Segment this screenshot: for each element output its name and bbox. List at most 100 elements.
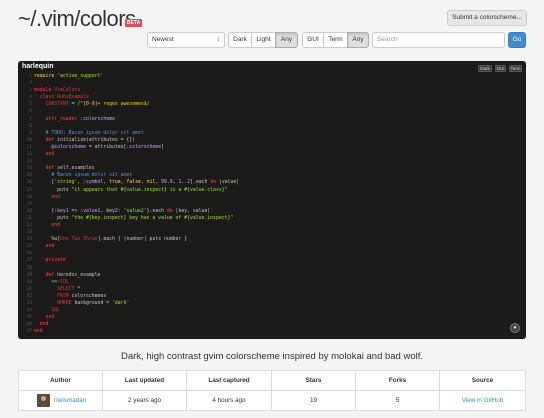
line-number: 10	[26, 137, 32, 143]
code-line: # Bacon ipsum dolor sit amet	[34, 173, 133, 179]
code-line: SQL	[51, 308, 60, 314]
last-updated-cell: 2 years ago	[103, 391, 187, 411]
code-line: end	[51, 194, 60, 200]
line-number: 34	[26, 308, 32, 314]
line-number: 20	[26, 208, 32, 214]
code-line: class RubyExample	[39, 95, 89, 101]
filter-gui-button[interactable]: GUI	[302, 32, 324, 48]
table-header: Last captured	[187, 371, 272, 390]
code-line: {:key1 => :value1, key2: 'value2'}.each …	[34, 208, 211, 214]
table-header: Source	[471, 377, 494, 384]
source-cell: View in GitHub	[440, 391, 525, 411]
code-line: puts "it appears that #{value.inspect} i…	[34, 187, 228, 193]
code-line: SELECT *	[57, 286, 81, 292]
go-button[interactable]: Go	[508, 32, 526, 48]
line-number: 31	[26, 286, 32, 292]
filter-editor-any-button[interactable]: Any	[347, 32, 369, 48]
scheme-description: Dark, high contrast gvim colorscheme ins…	[120, 351, 424, 362]
code-line: # TODO: Bacon ipsum dolor sit amet	[34, 130, 144, 136]
code-block: require 'active_support' module VimColor…	[34, 73, 239, 335]
code-line: module VimColors	[34, 88, 81, 94]
code-line: WHERE background = 'dark'	[57, 301, 130, 306]
line-number: 8	[29, 123, 32, 129]
line-number: 2	[29, 81, 32, 87]
code-line: def initialize(attributes = {})	[45, 137, 136, 143]
code-line: end	[45, 244, 55, 250]
code-line: end	[51, 222, 60, 228]
line-number: 28	[26, 265, 32, 271]
preview-term-button[interactable]: Term	[509, 65, 522, 72]
sort-select[interactable]: Newest ↕	[147, 32, 225, 48]
table-header: Stars	[272, 371, 356, 390]
code-line: attr_reader :colorscheme	[45, 116, 115, 122]
line-number: 12	[26, 152, 32, 158]
code-line: FROM colorschemes	[57, 293, 107, 299]
author-cell: nielsmadan	[19, 391, 103, 411]
code-line: def self.examples	[45, 166, 95, 172]
sort-select-value: Newest	[152, 36, 174, 43]
line-number: 30	[26, 279, 32, 285]
site-logo[interactable]: ~/.vim/colors	[18, 6, 136, 32]
preview-dark-button[interactable]: Dark	[478, 65, 492, 72]
line-number: 13	[26, 159, 32, 165]
filter-dark-button[interactable]: Dark	[228, 32, 252, 48]
line-number: 6	[29, 109, 32, 115]
line-number: 35	[26, 315, 32, 321]
view-in-github-link[interactable]: View in GitHub	[462, 397, 504, 404]
code-line: <<-SQL	[34, 279, 69, 285]
line-number: 21	[26, 215, 32, 221]
last-captured-cell: 4 hours ago	[187, 391, 272, 411]
code-preview-panel: harlequin Dark GUI Term 1 2 3 4 5 6 7 8 9 10 11 12 1…	[18, 61, 526, 339]
code-line: private	[45, 258, 66, 264]
code-line: ['string', :symbol, true, false, nil, 99…	[34, 180, 240, 186]
line-number: 22	[26, 222, 32, 228]
line-number: 25	[26, 244, 32, 250]
code-line: CONSTANT = /^[0-9]+ regex awesomes$/	[45, 102, 150, 108]
github-icon[interactable]: ●	[510, 323, 520, 333]
code-line: end	[45, 152, 55, 158]
line-number-gutter: 1 2 3 4 5 6 7 8 9 10 11 12 13 14 15 16 17 18 19 20 21 22 23 24 2…	[18, 73, 32, 335]
code-line: @colorscheme = attributes[:colorscheme]	[51, 144, 164, 150]
line-number: 24	[26, 237, 32, 243]
code-line: end	[39, 322, 49, 328]
filter-term-button[interactable]: Term	[323, 32, 348, 48]
preview-gui-button[interactable]: GUI	[495, 65, 506, 72]
line-number: 16	[26, 180, 32, 186]
search-input[interactable]: Search	[372, 32, 505, 48]
code-line: end	[34, 329, 43, 335]
line-number: 11	[26, 144, 32, 150]
code-line: puts "the #{key.inspect} key has a value…	[34, 215, 234, 221]
code-line: require 'active_support'	[34, 74, 104, 79]
line-number: 26	[26, 251, 32, 257]
table-header-row: Author Last updated Last captured Stars …	[19, 371, 525, 391]
line-number: 17	[26, 187, 32, 193]
line-number: 23	[26, 230, 32, 236]
line-number: 3	[29, 88, 32, 94]
info-table: Author Last updated Last captured Stars …	[18, 370, 526, 411]
beta-badge: BETA	[125, 19, 143, 27]
line-number: 15	[26, 173, 32, 179]
avatar[interactable]	[37, 394, 50, 407]
code-line: %w[One Two Three].each { |number| puts n…	[34, 237, 188, 243]
author-link[interactable]: nielsmadan	[54, 391, 86, 411]
table-header: Author	[19, 371, 103, 390]
line-number: 32	[26, 293, 32, 299]
submit-colorscheme-button[interactable]: Submit a colorscheme...	[447, 10, 527, 26]
scheme-name[interactable]: harlequin	[22, 63, 54, 70]
line-number: 1	[29, 74, 32, 79]
line-number: 7	[29, 116, 32, 122]
line-number: 18	[26, 194, 32, 200]
filter-background-any-button[interactable]: Any	[275, 32, 298, 48]
line-number: 29	[26, 272, 32, 278]
line-number: 33	[26, 301, 32, 306]
table-header: Last updated	[103, 371, 187, 390]
forks-cell: 5	[356, 391, 440, 411]
filter-light-button[interactable]: Light	[251, 32, 276, 48]
line-number: 14	[26, 166, 32, 172]
